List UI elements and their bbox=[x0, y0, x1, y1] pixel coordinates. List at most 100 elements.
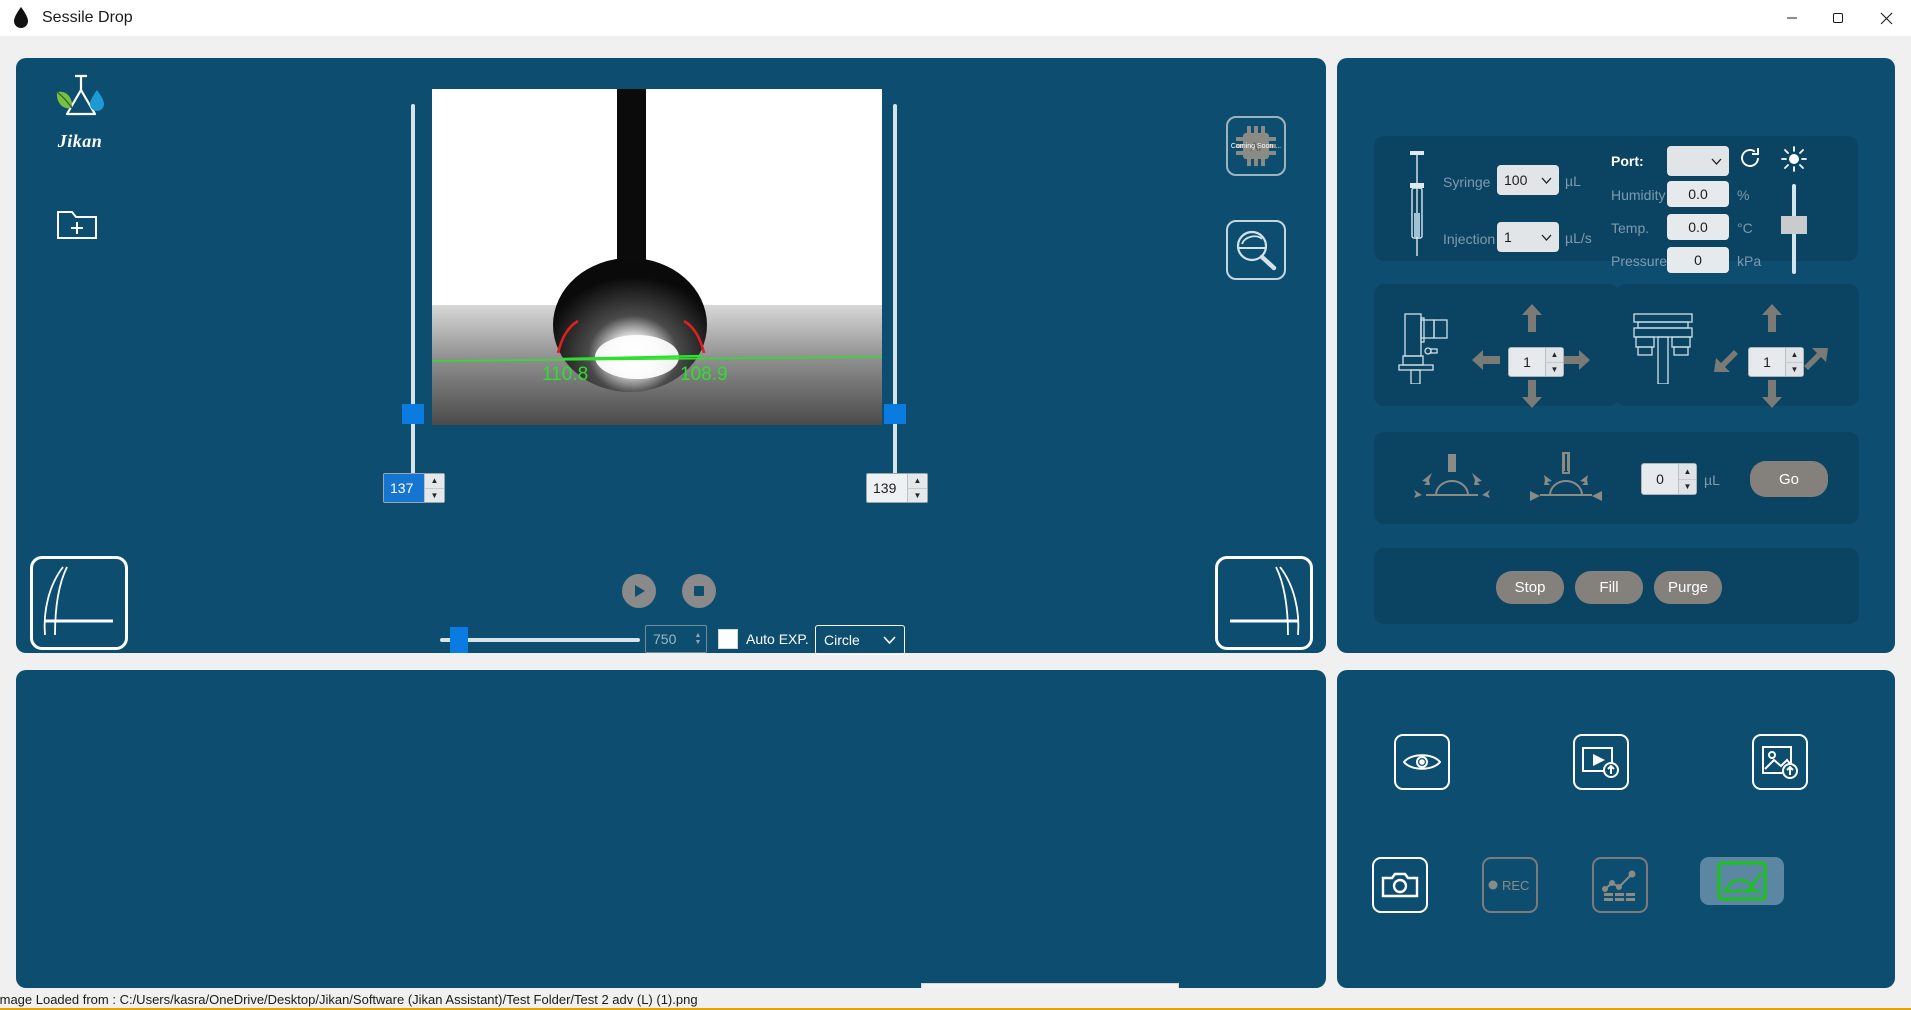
syringe-unit: µL bbox=[1565, 173, 1581, 189]
chevron-down-icon[interactable]: ▼ bbox=[1546, 362, 1563, 376]
fill-pump-label: Fill bbox=[1599, 579, 1619, 596]
contact-angle-left-icon[interactable] bbox=[30, 556, 128, 650]
baseline-right-value[interactable]: 139 bbox=[867, 474, 907, 502]
stage-down-arrow-button[interactable] bbox=[1520, 380, 1544, 413]
sample-up-right-arrow-button[interactable] bbox=[1802, 346, 1830, 379]
chevron-up-icon: ▲ bbox=[694, 632, 702, 639]
exposure-stepper-arrows[interactable]: ▲ ▼ bbox=[690, 632, 706, 646]
contact-angle-right-icon[interactable] bbox=[1215, 556, 1313, 650]
brightness-slider[interactable] bbox=[1781, 184, 1807, 274]
play-button[interactable] bbox=[622, 574, 656, 608]
injection-rate-value: 1 bbox=[1504, 229, 1512, 245]
tools-panel bbox=[1337, 670, 1895, 988]
baseline-left-slider-thumb[interactable] bbox=[402, 404, 424, 424]
snapshot-icon[interactable] bbox=[1372, 857, 1428, 913]
stage-up-arrow-button[interactable] bbox=[1520, 304, 1544, 337]
drop-image-viewer[interactable]: 110.8 108.9 bbox=[432, 89, 882, 425]
status-bar: Image Loaded from : C:/Users/kasra/OneDr… bbox=[0, 988, 1911, 1010]
drop-contract-icon[interactable] bbox=[1528, 449, 1604, 512]
fill-pump-button[interactable]: Fill bbox=[1575, 571, 1643, 604]
title-bar: Sessile Drop bbox=[0, 0, 1911, 36]
injection-rate-select[interactable]: 1 bbox=[1497, 222, 1559, 252]
auto-exposure-checkbox[interactable] bbox=[718, 629, 738, 649]
brand-name: Jikan bbox=[57, 131, 103, 151]
baseline-left-value[interactable]: 137 bbox=[384, 474, 424, 502]
injection-label: Injection bbox=[1443, 231, 1496, 247]
camera-stage-step-value[interactable]: 1 bbox=[1509, 348, 1545, 376]
chevron-up-icon[interactable]: ▲ bbox=[1546, 348, 1563, 363]
sample-stage-step-stepper[interactable]: 1 ▲ ▼ bbox=[1748, 347, 1804, 377]
minimize-button[interactable] bbox=[1769, 0, 1815, 36]
sample-down-left-arrow-button[interactable] bbox=[1712, 346, 1740, 379]
close-button[interactable] bbox=[1861, 0, 1911, 36]
exposure-slider-thumb[interactable] bbox=[450, 627, 468, 653]
stop-icon bbox=[694, 586, 704, 596]
port-select[interactable] bbox=[1667, 146, 1729, 176]
drop-volume-stepper[interactable]: 0 ▲ ▼ bbox=[1641, 463, 1697, 495]
add-folder-icon[interactable] bbox=[56, 204, 98, 244]
exposure-value[interactable]: 750 bbox=[646, 631, 690, 647]
baseline-left-stepper[interactable]: 137 ▲ ▼ bbox=[383, 473, 445, 503]
humidity-value: 0.0 bbox=[1667, 181, 1729, 207]
stop-pump-button[interactable]: Stop bbox=[1496, 571, 1564, 604]
upload-video-icon[interactable] bbox=[1573, 734, 1629, 790]
window-title: Sessile Drop bbox=[42, 9, 133, 26]
baseline-right-slider-thumb[interactable] bbox=[884, 404, 906, 424]
refresh-icon[interactable] bbox=[1738, 146, 1762, 175]
syringe-volume-select[interactable]: 100 bbox=[1497, 165, 1559, 195]
syringe-label: Syringe bbox=[1443, 174, 1491, 190]
chevron-up-icon[interactable]: ▲ bbox=[908, 474, 927, 489]
record-icon[interactable]: REC bbox=[1482, 857, 1538, 913]
syringe-volume-value: 100 bbox=[1504, 172, 1528, 188]
contact-angle-measure-icon[interactable] bbox=[1700, 857, 1784, 905]
stage-right-arrow-button[interactable] bbox=[1562, 348, 1590, 377]
ai-chip-icon[interactable]: AI Coming Soon ... bbox=[1226, 116, 1286, 176]
chevron-down-icon[interactable]: ▼ bbox=[1679, 479, 1696, 494]
sample-stage-step-value[interactable]: 1 bbox=[1749, 348, 1785, 376]
stop-pump-label: Stop bbox=[1514, 579, 1546, 596]
sample-up-arrow-button[interactable] bbox=[1760, 304, 1784, 337]
baseline-right-stepper-arrows[interactable]: ▲ ▼ bbox=[907, 474, 927, 502]
pressure-label: Pressure bbox=[1611, 253, 1668, 269]
go-button[interactable]: Go bbox=[1750, 461, 1828, 497]
flask-leaf-drop-logo bbox=[56, 74, 104, 116]
baseline-left-stepper-arrows[interactable]: ▲ ▼ bbox=[424, 474, 444, 502]
baseline-left-slider[interactable] bbox=[402, 104, 424, 494]
chevron-down-icon[interactable]: ▼ bbox=[908, 488, 927, 502]
sample-down-arrow-button[interactable] bbox=[1760, 380, 1784, 413]
drop-expand-icon[interactable] bbox=[1414, 449, 1490, 512]
drop-magnifier-icon[interactable] bbox=[1226, 220, 1286, 280]
drop-volume-value[interactable]: 0 bbox=[1642, 464, 1678, 494]
chevron-down-icon bbox=[1711, 158, 1722, 165]
baseline-right-slider[interactable] bbox=[884, 104, 906, 494]
chevron-down-icon: ▼ bbox=[694, 639, 702, 646]
purge-pump-button[interactable]: Purge bbox=[1654, 571, 1722, 604]
drop-volume-unit: µL bbox=[1704, 472, 1720, 488]
chevron-up-icon[interactable]: ▲ bbox=[425, 474, 444, 489]
baseline-right-stepper[interactable]: 139 ▲ ▼ bbox=[866, 473, 928, 503]
stop-button[interactable] bbox=[682, 574, 716, 608]
temperature-value: 0.0 bbox=[1667, 214, 1729, 240]
exposure-value-field[interactable]: 750 ▲ ▼ bbox=[645, 625, 707, 653]
brightness-slider-thumb[interactable] bbox=[1781, 216, 1807, 234]
upload-image-icon[interactable] bbox=[1752, 734, 1808, 790]
ai-coming-soon-label: Coming Soon ... bbox=[1230, 142, 1282, 150]
port-label: Port: bbox=[1611, 153, 1644, 169]
fit-shape-select[interactable]: Circle bbox=[815, 625, 905, 655]
status-text: Image Loaded from : C:/Users/kasra/OneDr… bbox=[0, 991, 698, 1007]
brand-logo: Jikan bbox=[40, 72, 120, 152]
chevron-up-icon[interactable]: ▲ bbox=[1786, 348, 1803, 363]
humidity-unit: % bbox=[1737, 187, 1750, 203]
exposure-slider[interactable] bbox=[440, 627, 640, 653]
chevron-up-icon[interactable]: ▲ bbox=[1679, 464, 1696, 480]
water-drop-icon bbox=[10, 5, 32, 31]
maximize-button[interactable] bbox=[1815, 0, 1861, 36]
contact-angle-left-value: 110.8 bbox=[542, 364, 589, 385]
live-view-icon[interactable] bbox=[1394, 734, 1450, 790]
camera-stage-step-stepper[interactable]: 1 ▲ ▼ bbox=[1508, 347, 1564, 377]
temperature-label: Temp. bbox=[1611, 220, 1650, 236]
chevron-down-icon[interactable]: ▼ bbox=[425, 488, 444, 502]
chevron-down-icon[interactable]: ▼ bbox=[1786, 362, 1803, 376]
stage-left-arrow-button[interactable] bbox=[1472, 348, 1500, 377]
chart-icon[interactable] bbox=[1592, 857, 1648, 913]
